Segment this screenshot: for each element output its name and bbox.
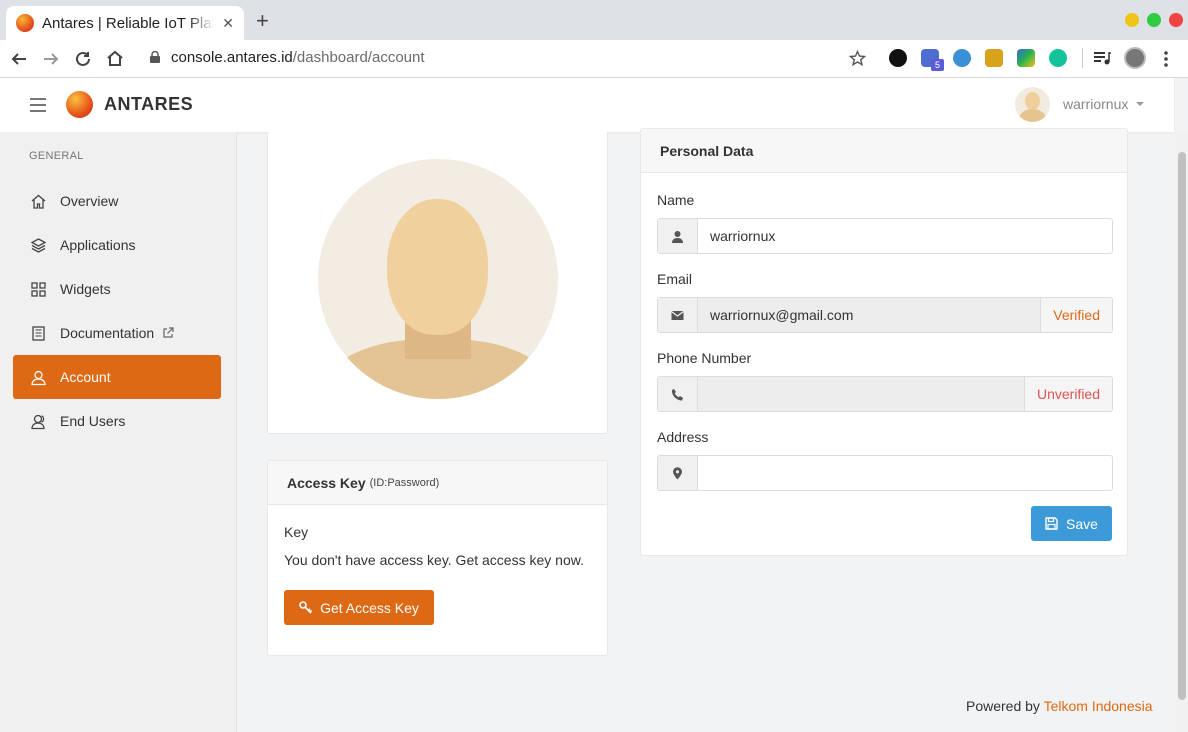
tampermonkey-extension-icon[interactable] <box>985 49 1003 67</box>
save-label: Save <box>1066 515 1098 532</box>
telkom-indonesia-link[interactable]: Telkom Indonesia <box>1044 698 1153 714</box>
media-control-icon[interactable] <box>1093 50 1111 66</box>
url-host: console.antares.id <box>171 49 293 66</box>
sidebar-item-label: Account <box>60 369 111 385</box>
scrollbar-thumb[interactable] <box>1178 152 1186 700</box>
browser-tab[interactable]: Antares | Reliable IoT Platform ✕ <box>6 6 244 40</box>
phone-field: Unverified <box>657 376 1113 412</box>
users-icon <box>31 414 45 429</box>
bookmark-star-icon[interactable] <box>849 50 866 67</box>
sidebar-item-account[interactable]: Account <box>13 355 221 399</box>
sidebar-item-end-users[interactable]: End Users <box>13 399 221 443</box>
globe-extension-icon[interactable] <box>953 49 971 67</box>
access-key-title: Access Key <box>287 474 366 491</box>
extension-badge: 5 <box>931 59 944 71</box>
email-input <box>698 298 1041 332</box>
browser-tabbar: Antares | Reliable IoT Platform ✕ + <box>0 0 1188 40</box>
get-access-key-label: Get Access Key <box>320 599 419 616</box>
caret-down-icon[interactable] <box>1136 102 1144 106</box>
sidebar-item-overview[interactable]: Overview <box>13 179 221 223</box>
external-link-icon <box>163 327 174 338</box>
browser-profile-avatar[interactable] <box>1124 47 1146 69</box>
new-tab-button[interactable]: + <box>256 10 269 32</box>
home-icon[interactable] <box>106 49 124 67</box>
grammarly-extension-icon[interactable] <box>1049 49 1067 67</box>
phone-unverified-badge[interactable]: Unverified <box>1023 377 1112 411</box>
tab-close-icon[interactable]: ✕ <box>222 15 234 32</box>
sidebar-item-label: Applications <box>60 237 136 253</box>
forward-arrow-icon[interactable] <box>42 50 60 68</box>
hamburger-menu-icon[interactable] <box>30 98 46 112</box>
user-icon <box>658 219 698 253</box>
access-key-subtitle: (ID:Password) <box>369 476 440 489</box>
access-key-message: You don't have access key. Get access ke… <box>284 552 584 568</box>
user-avatar[interactable] <box>1015 87 1050 122</box>
back-arrow-icon[interactable] <box>10 50 28 68</box>
reload-icon[interactable] <box>74 50 92 68</box>
phone-input <box>698 377 1024 411</box>
address-label: Address <box>657 429 709 445</box>
sidebar-item-label: Overview <box>60 193 119 209</box>
sidebar-item-label: End Users <box>60 413 126 429</box>
access-key-header: Access Key (ID:Password) <box>268 461 607 505</box>
layers-icon <box>30 237 47 253</box>
save-icon <box>1045 517 1058 530</box>
close-window-button[interactable] <box>1169 13 1183 27</box>
url-path: /dashboard/account <box>292 49 425 66</box>
book-icon <box>32 325 45 341</box>
grid-icon <box>31 281 46 297</box>
envelope-icon <box>658 298 698 332</box>
map-marker-icon <box>658 456 698 490</box>
color-picker-extension-icon[interactable] <box>1017 49 1035 67</box>
personal-data-card: Personal Data Name Email Verified Phone … <box>640 128 1128 556</box>
lock-icon <box>150 51 160 63</box>
profile-picture[interactable] <box>318 159 558 399</box>
sidebar-item-documentation[interactable]: Documentation <box>13 311 221 355</box>
phone-icon <box>658 377 698 411</box>
key-icon <box>299 601 313 614</box>
maximize-window-button[interactable] <box>1147 13 1161 27</box>
antares-favicon-icon <box>16 14 34 32</box>
antares-logo[interactable] <box>66 91 93 118</box>
footer-text: Powered by <box>966 698 1040 714</box>
key-label: Key <box>284 524 309 540</box>
name-field <box>657 218 1113 254</box>
profile-picture-card <box>267 132 608 434</box>
name-label: Name <box>657 192 695 208</box>
home-icon <box>31 194 46 209</box>
email-label: Email <box>657 271 693 287</box>
toolbar-divider <box>1082 48 1083 68</box>
name-input[interactable] <box>698 219 1112 253</box>
footer: Powered by Telkom Indonesia <box>966 698 1153 714</box>
sidebar: GENERAL Overview Applications Widgets Do… <box>0 132 237 732</box>
sidebar-item-widgets[interactable]: Widgets <box>13 267 221 311</box>
browser-menu-icon[interactable] <box>1163 50 1169 68</box>
app-header: ANTARES warriornux <box>0 78 1174 132</box>
email-field: Verified <box>657 297 1113 333</box>
get-access-key-button[interactable]: Get Access Key <box>284 590 434 625</box>
browser-toolbar: console.antares.id/dashboard/account <box>0 40 1188 78</box>
address-field <box>657 455 1113 491</box>
sidebar-item-label: Widgets <box>60 281 111 297</box>
address-bar[interactable]: console.antares.id/dashboard/account <box>171 49 425 66</box>
page-scrollbar[interactable] <box>1175 132 1188 732</box>
brand-name[interactable]: ANTARES <box>104 94 193 115</box>
save-button[interactable]: Save <box>1031 506 1112 541</box>
sidebar-item-label: Documentation <box>60 325 155 341</box>
tab-title: Antares | Reliable IoT Platform <box>42 14 215 32</box>
address-input[interactable] <box>698 456 1112 490</box>
access-key-card: Access Key (ID:Password) Key You don't h… <box>267 460 608 656</box>
personal-data-title: Personal Data <box>660 142 754 159</box>
sidebar-item-applications[interactable]: Applications <box>13 223 221 267</box>
sidebar-heading: GENERAL <box>29 150 84 162</box>
email-verified-badge: Verified <box>1040 298 1112 332</box>
user-menu-name[interactable]: warriornux <box>1063 96 1128 112</box>
personal-data-header: Personal Data <box>641 129 1127 173</box>
gnome-extension-icon[interactable] <box>889 49 907 67</box>
avatar-head <box>387 199 488 335</box>
phone-label: Phone Number <box>657 350 752 366</box>
user-icon <box>31 370 46 385</box>
minimize-window-button[interactable] <box>1125 13 1139 27</box>
